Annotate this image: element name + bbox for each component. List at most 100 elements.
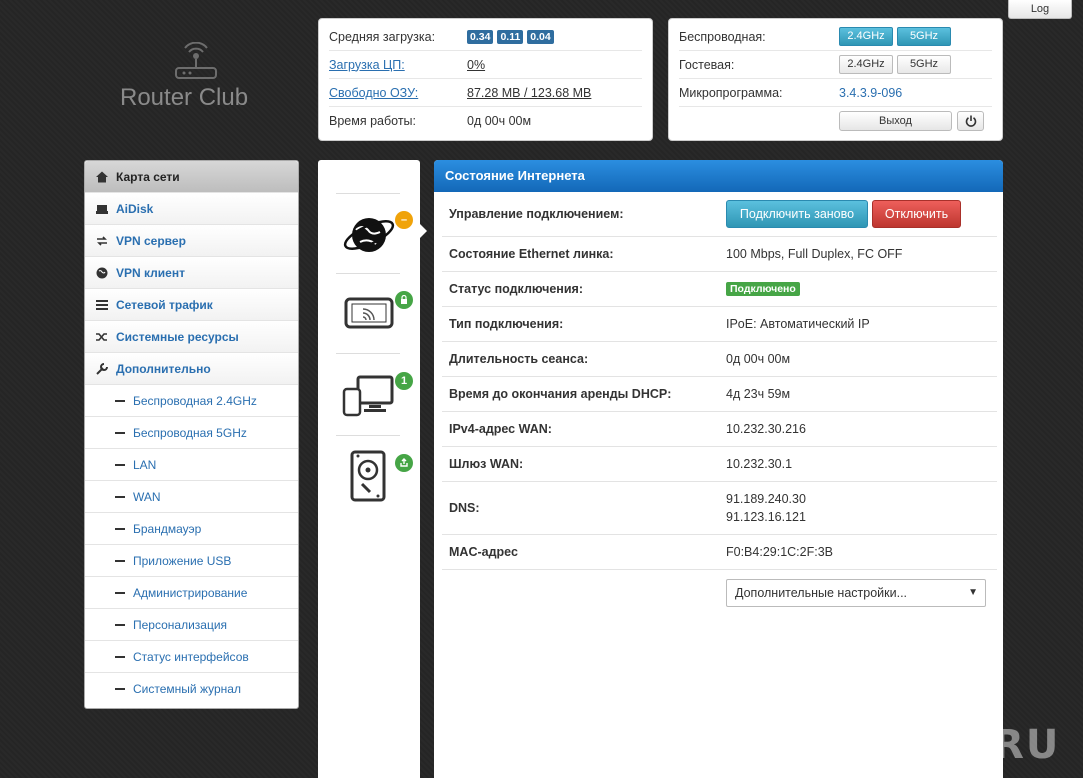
session-row: Длительность сеанса: 0д 00ч 00м — [442, 342, 997, 377]
wireless-device-button[interactable] — [342, 293, 396, 336]
status-row: Статус подключения: Подключено — [442, 272, 997, 307]
router-logo-icon — [175, 42, 217, 79]
wan-ip-value: 10.232.30.216 — [726, 422, 806, 436]
wireless-label: Беспроводная: — [679, 29, 766, 44]
power-icon — [965, 115, 976, 127]
gateway-value: 10.232.30.1 — [726, 457, 793, 471]
dns-secondary: 91.123.16.121 — [726, 510, 806, 524]
nav-sub-wan[interactable]: WAN — [85, 481, 298, 513]
nav-sub-lan[interactable]: LAN — [85, 449, 298, 481]
nav-sub-label: Администрирование — [133, 585, 248, 600]
load-row: Средняя загрузка: 0.34 0.11 0.04 — [329, 23, 642, 51]
nav-sub-label: WAN — [133, 489, 161, 504]
ram-link[interactable]: Свободно ОЗУ: — [329, 86, 467, 100]
hard-drive-icon — [350, 450, 386, 502]
wireless-status-panel: Беспроводная: 2.4GHz 5GHz Гостевая: 2.4G… — [668, 18, 1003, 141]
dns-primary: 91.189.240.30 — [726, 492, 806, 506]
disconnect-button[interactable]: Отключить — [872, 200, 961, 228]
nav-sub-label: Статус интерфейсов — [133, 649, 249, 664]
guest-5-toggle[interactable]: 5GHz — [897, 55, 951, 74]
firmware-label: Микропрограмма: — [679, 85, 783, 100]
internet-status-panel: Состояние Интернета Управление подключен… — [434, 160, 1003, 778]
guest-24-toggle[interactable]: 2.4GHz — [839, 55, 893, 74]
wireless-5-toggle[interactable]: 5GHz — [897, 27, 951, 46]
logout-row: Выход — [679, 107, 992, 135]
nav-sub-interface-status[interactable]: Статус интерфейсов — [85, 641, 298, 673]
type-value: IPoE: Автоматический IP — [726, 317, 870, 331]
eth-label: Состояние Ethernet линка: — [449, 247, 614, 261]
reconnect-button[interactable]: Подключить заново — [726, 200, 868, 228]
type-row: Тип подключения: IPoE: Автоматический IP — [442, 307, 997, 342]
nav-sub-usb[interactable]: Приложение USB — [85, 545, 298, 577]
wireless-24-toggle[interactable]: 2.4GHz — [839, 27, 893, 46]
nav-label: VPN клиент — [116, 265, 185, 280]
load-1m: 0.34 — [467, 30, 494, 44]
tablet-wifi-icon — [344, 297, 394, 329]
nav-traffic[interactable]: Сетевой трафик — [85, 289, 298, 321]
nav-sub-label: Системный журнал — [133, 682, 241, 696]
cpu-value: 0% — [467, 57, 486, 72]
nav-label: Дополнительно — [116, 361, 211, 376]
log-button[interactable]: Log — [1008, 0, 1072, 19]
nav-label: VPN сервер — [116, 233, 186, 248]
cpu-link[interactable]: Загрузка ЦП: — [329, 58, 467, 72]
nav-vpn-client[interactable]: VPN клиент — [85, 257, 298, 289]
ram-row: Свободно ОЗУ: 87.28 MB / 123.68 MB — [329, 79, 642, 107]
dns-label: DNS: — [449, 501, 480, 515]
wireless-row: Беспроводная: 2.4GHz 5GHz — [679, 23, 992, 51]
dns-row: DNS: 91.189.240.30 91.123.16.121 — [442, 482, 997, 535]
more-settings-select[interactable]: Дополнительные настройки... ▼ — [726, 579, 986, 607]
globe-icon — [96, 267, 108, 278]
clients-button[interactable] — [342, 373, 396, 422]
nav-sub-personalization[interactable]: Персонализация — [85, 609, 298, 641]
nav-sub-firewall[interactable]: Брандмауэр — [85, 513, 298, 545]
lease-row: Время до окончания аренды DHCP: 4д 23ч 5… — [442, 377, 997, 412]
logout-button[interactable]: Выход — [839, 111, 952, 131]
nav-sub-label: Персонализация — [133, 617, 228, 632]
usb-storage-button[interactable] — [350, 450, 386, 505]
gateway-label: Шлюз WAN: — [449, 457, 524, 471]
usb-share-icon — [395, 454, 413, 472]
wan-ip-label: IPv4-адрес WAN: — [449, 422, 552, 436]
sidebar-nav: Карта сети AiDisk VPN сервер VPN клиент … — [84, 160, 299, 709]
load-15m: 0.04 — [527, 30, 554, 44]
list-icon — [96, 299, 108, 310]
nav-sub-wireless-24[interactable]: Беспроводная 2.4GHz — [85, 385, 298, 417]
nav-advanced[interactable]: Дополнительно — [85, 353, 298, 385]
nav-sub-label: LAN — [133, 457, 157, 472]
firmware-link[interactable]: 3.4.3.9-096 — [839, 86, 902, 100]
nav-label: Системные ресурсы — [116, 329, 239, 344]
wan-ip-row: IPv4-адрес WAN: 10.232.30.216 — [442, 412, 997, 447]
home-icon — [96, 171, 108, 182]
nav-network-map[interactable]: Карта сети — [85, 161, 298, 193]
nav-label: Карта сети — [116, 169, 180, 184]
chevron-down-icon: ▼ — [968, 587, 978, 598]
nav-system-resources[interactable]: Системные ресурсы — [85, 321, 298, 353]
load-label: Средняя загрузка: — [329, 29, 436, 44]
uptime-label: Время работы: — [329, 114, 416, 128]
mac-label: MAC-адрес — [449, 545, 518, 559]
power-button[interactable] — [957, 111, 984, 131]
uptime-row: Время работы: 0д 00ч 00м — [329, 107, 642, 135]
uptime-value: 0д 00ч 00м — [467, 114, 532, 128]
nav-vpn-server[interactable]: VPN сервер — [85, 225, 298, 257]
nav-label: AiDisk — [116, 201, 154, 216]
clients-devices-icon — [342, 375, 394, 417]
status-label: Статус подключения: — [449, 282, 584, 296]
guest-row: Гостевая: 2.4GHz 5GHz — [679, 51, 992, 79]
shuffle-icon — [96, 332, 107, 341]
guest-label: Гостевая: — [679, 57, 735, 72]
nav-sub-admin[interactable]: Администрирование — [85, 577, 298, 609]
session-value: 0д 00ч 00м — [726, 352, 791, 366]
eth-row: Состояние Ethernet линка: 100 Mbps, Full… — [442, 237, 997, 272]
lease-value: 4д 23ч 59м — [726, 387, 791, 401]
internet-globe-button[interactable] — [342, 208, 396, 265]
nav-aidisk[interactable]: AiDisk — [85, 193, 298, 225]
router-club-logo: Router Club — [118, 40, 278, 120]
session-label: Длительность сеанса: — [449, 352, 589, 366]
disk-icon — [96, 204, 108, 214]
nav-sub-syslog[interactable]: Системный журнал — [85, 673, 298, 705]
status-badge: Подключено — [726, 282, 800, 296]
firmware-row: Микропрограмма: 3.4.3.9-096 — [679, 79, 992, 107]
nav-sub-wireless-5[interactable]: Беспроводная 5GHz — [85, 417, 298, 449]
